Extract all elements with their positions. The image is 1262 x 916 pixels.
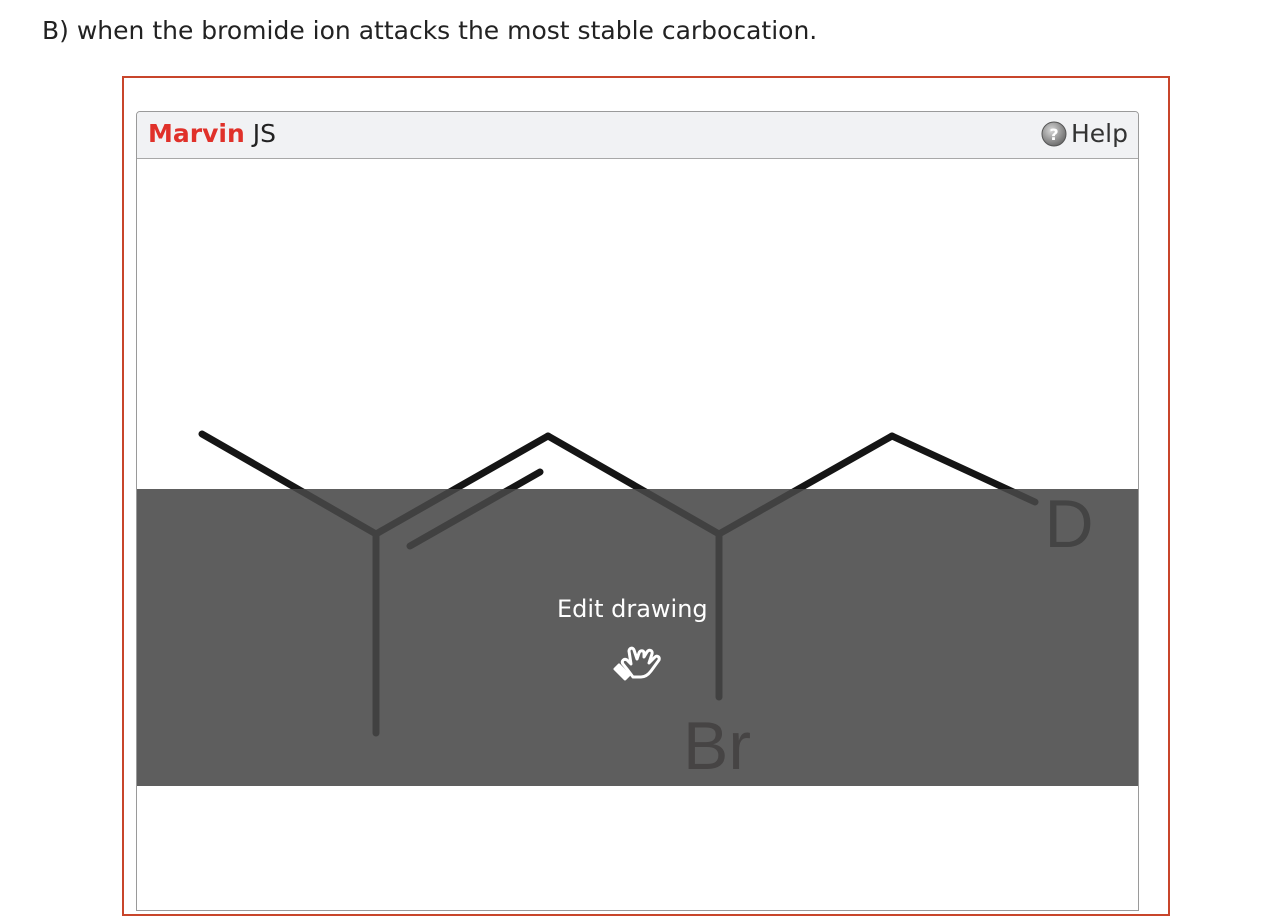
brand-primary: Marvin [148,119,245,148]
editor-brand: Marvin JS [148,119,276,148]
edit-drawing-label: Edit drawing [557,595,708,623]
question-text: B) when the bromide ion attacks the most… [42,16,818,45]
help-label: Help [1071,119,1128,148]
svg-text:?: ? [1049,125,1058,144]
marvin-editor[interactable]: Marvin JS ? Help Edit drawing [136,111,1139,911]
brand-secondary: JS [252,119,276,148]
edit-drawing-overlay[interactable]: Edit drawing [137,489,1138,786]
help-circle-icon: ? [1041,121,1067,146]
editor-header: Marvin JS ? Help [137,112,1138,159]
pointing-hand-icon [613,646,661,681]
help-button[interactable]: ? Help [1041,119,1128,148]
